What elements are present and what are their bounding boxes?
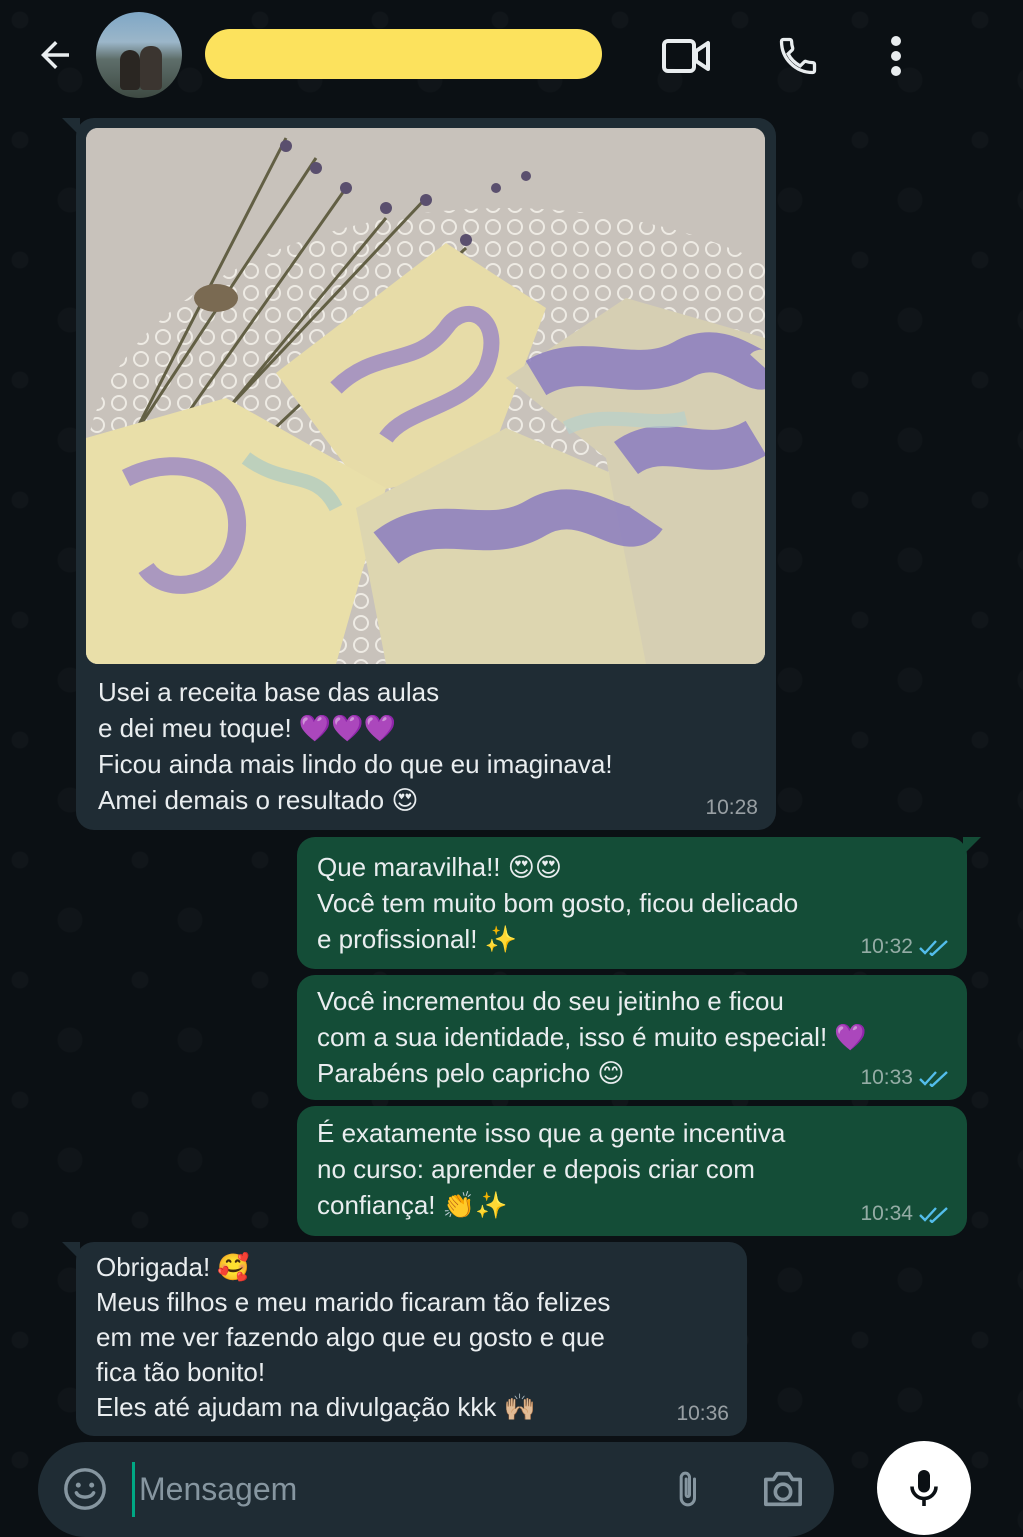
chat-header bbox=[0, 0, 1023, 110]
message-meta: 10:32 bbox=[860, 935, 949, 959]
message-bubble-outgoing[interactable]: Que maravilha!! 😍😍 Você tem muito bom go… bbox=[297, 837, 981, 969]
video-call-button[interactable] bbox=[660, 30, 712, 82]
camera-icon bbox=[764, 1471, 802, 1507]
message-time: 10:32 bbox=[860, 935, 913, 958]
voice-message-button[interactable] bbox=[877, 1441, 971, 1535]
message-time: 10:28 bbox=[705, 796, 758, 819]
emoji-icon bbox=[64, 1468, 106, 1510]
camera-button[interactable] bbox=[756, 1464, 810, 1514]
contact-name[interactable] bbox=[205, 29, 602, 79]
message-bubble-incoming[interactable]: Usei a receita base das aulas e dei meu … bbox=[62, 118, 776, 830]
message-text: Que maravilha!! 😍😍 Você tem muito bom go… bbox=[317, 852, 799, 954]
back-button[interactable] bbox=[30, 30, 80, 80]
message-composer bbox=[38, 1442, 834, 1537]
soap-photo[interactable] bbox=[86, 128, 765, 664]
read-ticks-icon bbox=[919, 1071, 948, 1087]
message-meta: 10:34 bbox=[860, 1202, 949, 1226]
message-meta: 10:36 bbox=[676, 1402, 729, 1426]
message-text: Usei a receita base das aulas e dei meu … bbox=[98, 677, 613, 815]
message-text: É exatamente isso que a gente incentiva … bbox=[317, 1118, 786, 1220]
contact-avatar[interactable] bbox=[96, 12, 182, 98]
back-arrow-icon bbox=[41, 41, 69, 69]
message-text: Obrigada! 🥰 Meus filhos e meu marido fic… bbox=[96, 1252, 611, 1422]
photo-content bbox=[86, 128, 765, 664]
message-bubble-outgoing[interactable]: Você incrementou do seu jeitinho e ficou… bbox=[297, 975, 967, 1100]
attach-button[interactable] bbox=[662, 1464, 712, 1514]
more-vert-icon bbox=[891, 36, 901, 76]
microphone-icon bbox=[910, 1470, 938, 1506]
message-meta: 10:33 bbox=[860, 1066, 949, 1090]
message-time: 10:33 bbox=[860, 1066, 913, 1089]
read-ticks-icon bbox=[919, 940, 948, 956]
message-bubble-incoming[interactable]: Obrigada! 🥰 Meus filhos e meu marido fic… bbox=[62, 1242, 747, 1436]
read-ticks-icon bbox=[919, 1207, 948, 1223]
message-meta: 10:28 bbox=[705, 796, 758, 820]
video-call-icon bbox=[662, 39, 710, 73]
message-bubble-outgoing[interactable]: É exatamente isso que a gente incentiva … bbox=[297, 1106, 967, 1236]
message-time: 10:36 bbox=[676, 1402, 729, 1425]
paperclip-icon bbox=[679, 1471, 696, 1507]
message-time: 10:34 bbox=[860, 1202, 913, 1225]
voice-call-button[interactable] bbox=[772, 30, 824, 82]
chat-screen: Usei a receita base das aulas e dei meu … bbox=[0, 0, 1023, 1537]
message-input[interactable] bbox=[132, 1462, 652, 1517]
more-options-button[interactable] bbox=[870, 30, 922, 82]
emoji-button[interactable] bbox=[60, 1464, 110, 1514]
phone-icon bbox=[779, 37, 817, 75]
